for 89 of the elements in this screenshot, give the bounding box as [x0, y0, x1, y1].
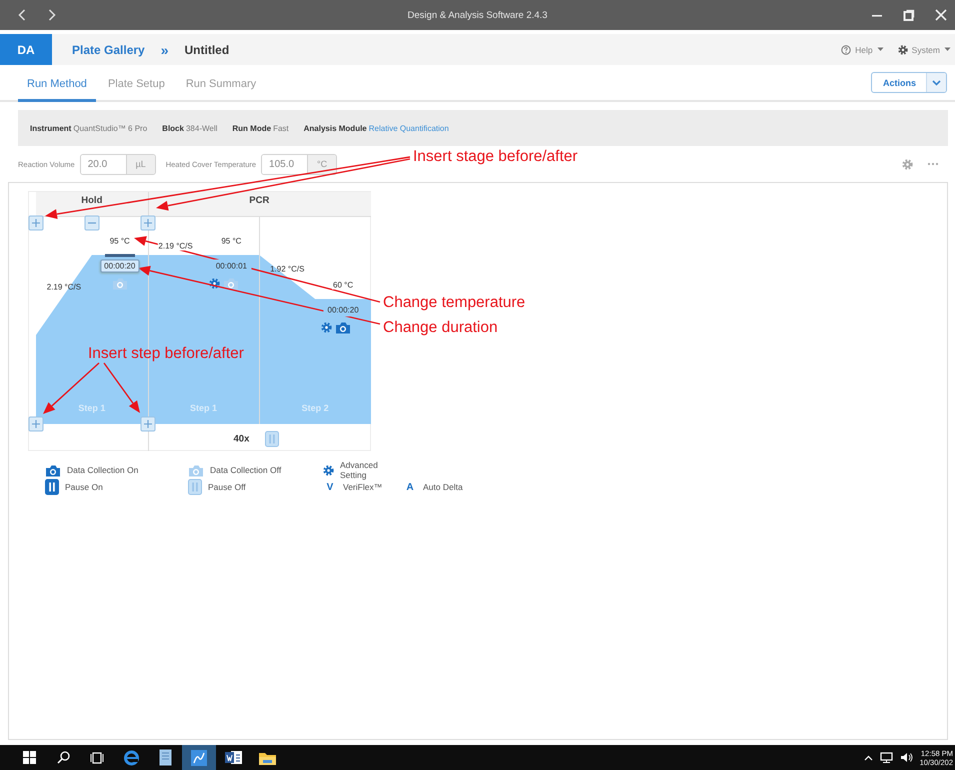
- actions-button[interactable]: Actions: [870, 72, 947, 93]
- forward-icon: [48, 9, 56, 21]
- duration-value[interactable]: 00:00:20: [100, 260, 140, 272]
- legend-label: Data Collection On: [67, 465, 138, 475]
- folder-icon: [258, 750, 276, 764]
- annotation-text: Insert stage before/after: [413, 148, 578, 166]
- help-icon: [841, 44, 852, 54]
- pause-icon: [188, 479, 202, 495]
- legend-label: Advanced Setting: [340, 460, 379, 480]
- breadcrumb-link[interactable]: Plate Gallery: [72, 42, 145, 56]
- browser-icon: [122, 749, 140, 766]
- ramp-rate[interactable]: 2.19 °C/S: [46, 282, 82, 292]
- plus-icon: [143, 218, 152, 228]
- temperature-value[interactable]: 95 °C: [220, 236, 242, 246]
- ramp-rate[interactable]: 2.19 °C/S: [157, 242, 194, 250]
- input-field[interactable]: 20.0 µL: [80, 154, 156, 174]
- legend-label: VeriFlex™: [343, 482, 382, 492]
- pause-icon: [45, 479, 59, 495]
- settings-icon: [898, 44, 908, 54]
- step-name: Step 1: [78, 403, 106, 413]
- temperature-value[interactable]: 60 °C: [332, 280, 354, 290]
- unit-label: °C: [307, 154, 336, 174]
- camera-icon[interactable]: [335, 320, 352, 334]
- info-label: Instrument: [30, 124, 72, 132]
- delete-stage-button[interactable]: [84, 216, 100, 230]
- tab[interactable]: Plate Setup: [98, 65, 174, 102]
- info-link[interactable]: Relative Quantification: [368, 124, 449, 132]
- step-name: Step 1: [190, 403, 217, 413]
- breadcrumb-separator: »: [160, 42, 169, 58]
- input-field[interactable]: 105.0 °C: [261, 154, 338, 174]
- camera-icon: [45, 464, 61, 476]
- plus-icon: [32, 218, 40, 228]
- caret-icon: [876, 47, 884, 52]
- page-title: Untitled: [184, 42, 230, 56]
- start-icon: [22, 751, 36, 764]
- unit-label: µL: [126, 154, 155, 174]
- network-icon: [880, 752, 893, 763]
- back-icon: [18, 9, 26, 21]
- menu-button[interactable]: System: [898, 44, 951, 54]
- notepad-icon: [158, 749, 172, 766]
- step-name: Step 2: [302, 403, 329, 413]
- legend-label: Data Collection Off: [210, 465, 282, 475]
- more-icon: [927, 162, 939, 166]
- window-title: Design & Analysis Software 2.4.3: [408, 10, 548, 20]
- chevron-up-icon: [864, 754, 873, 760]
- stage-name: PCR: [249, 195, 270, 206]
- app-logo: DA: [0, 34, 52, 65]
- info-label: Run Mode: [232, 124, 272, 132]
- plus-icon: [32, 420, 40, 428]
- word-icon: [224, 750, 242, 765]
- legend-label: Auto Delta: [423, 482, 463, 492]
- menu-button[interactable]: Help: [841, 44, 884, 54]
- restore-icon: [903, 9, 915, 21]
- tab[interactable]: Run Summary: [176, 65, 266, 102]
- info-value: Fast: [273, 124, 289, 132]
- annotation-text: Insert step before/after: [88, 345, 244, 363]
- cycle-count[interactable]: 40x: [234, 434, 250, 444]
- camera-icon: [188, 464, 204, 476]
- task-view-icon: [90, 752, 104, 764]
- design-app-icon[interactable]: [182, 745, 216, 770]
- chevron-down-icon: [932, 80, 941, 86]
- tab[interactable]: Run Method: [18, 65, 96, 102]
- temperature-value[interactable]: 95 °C: [108, 236, 131, 246]
- caret-icon: [944, 47, 951, 52]
- ramp-rate[interactable]: 1.92 °C/S: [270, 264, 304, 274]
- annotation-arrow: [43, 362, 100, 414]
- volume-icon: [900, 752, 913, 763]
- legend-symbol: A: [405, 482, 415, 492]
- annotation-text: Change duration: [383, 319, 498, 337]
- close-icon: [935, 9, 947, 21]
- legend-label: Pause On: [65, 482, 103, 492]
- info-label: Block: [162, 124, 184, 132]
- step-selection-bar: [104, 254, 135, 256]
- legend-symbol: V: [326, 482, 334, 492]
- settings-icon: [902, 158, 913, 170]
- info-label: Analysis Module: [304, 124, 367, 132]
- search-icon: [56, 751, 70, 764]
- info-value: QuantStudio™ 6 Pro: [73, 124, 148, 132]
- duration-value[interactable]: 00:00:01: [212, 260, 251, 272]
- camera-icon[interactable]: [223, 277, 240, 290]
- stage-name: Hold: [81, 195, 102, 206]
- annotation-text: Change temperature: [383, 294, 526, 312]
- info-value: 384-Well: [186, 124, 218, 132]
- legend-label: Pause Off: [208, 482, 246, 492]
- design-icon: [191, 750, 207, 766]
- plus-icon: [143, 420, 152, 428]
- gear-icon: [323, 464, 334, 476]
- annotation-arrow: [103, 362, 140, 413]
- add-stage-button[interactable]: [140, 216, 156, 230]
